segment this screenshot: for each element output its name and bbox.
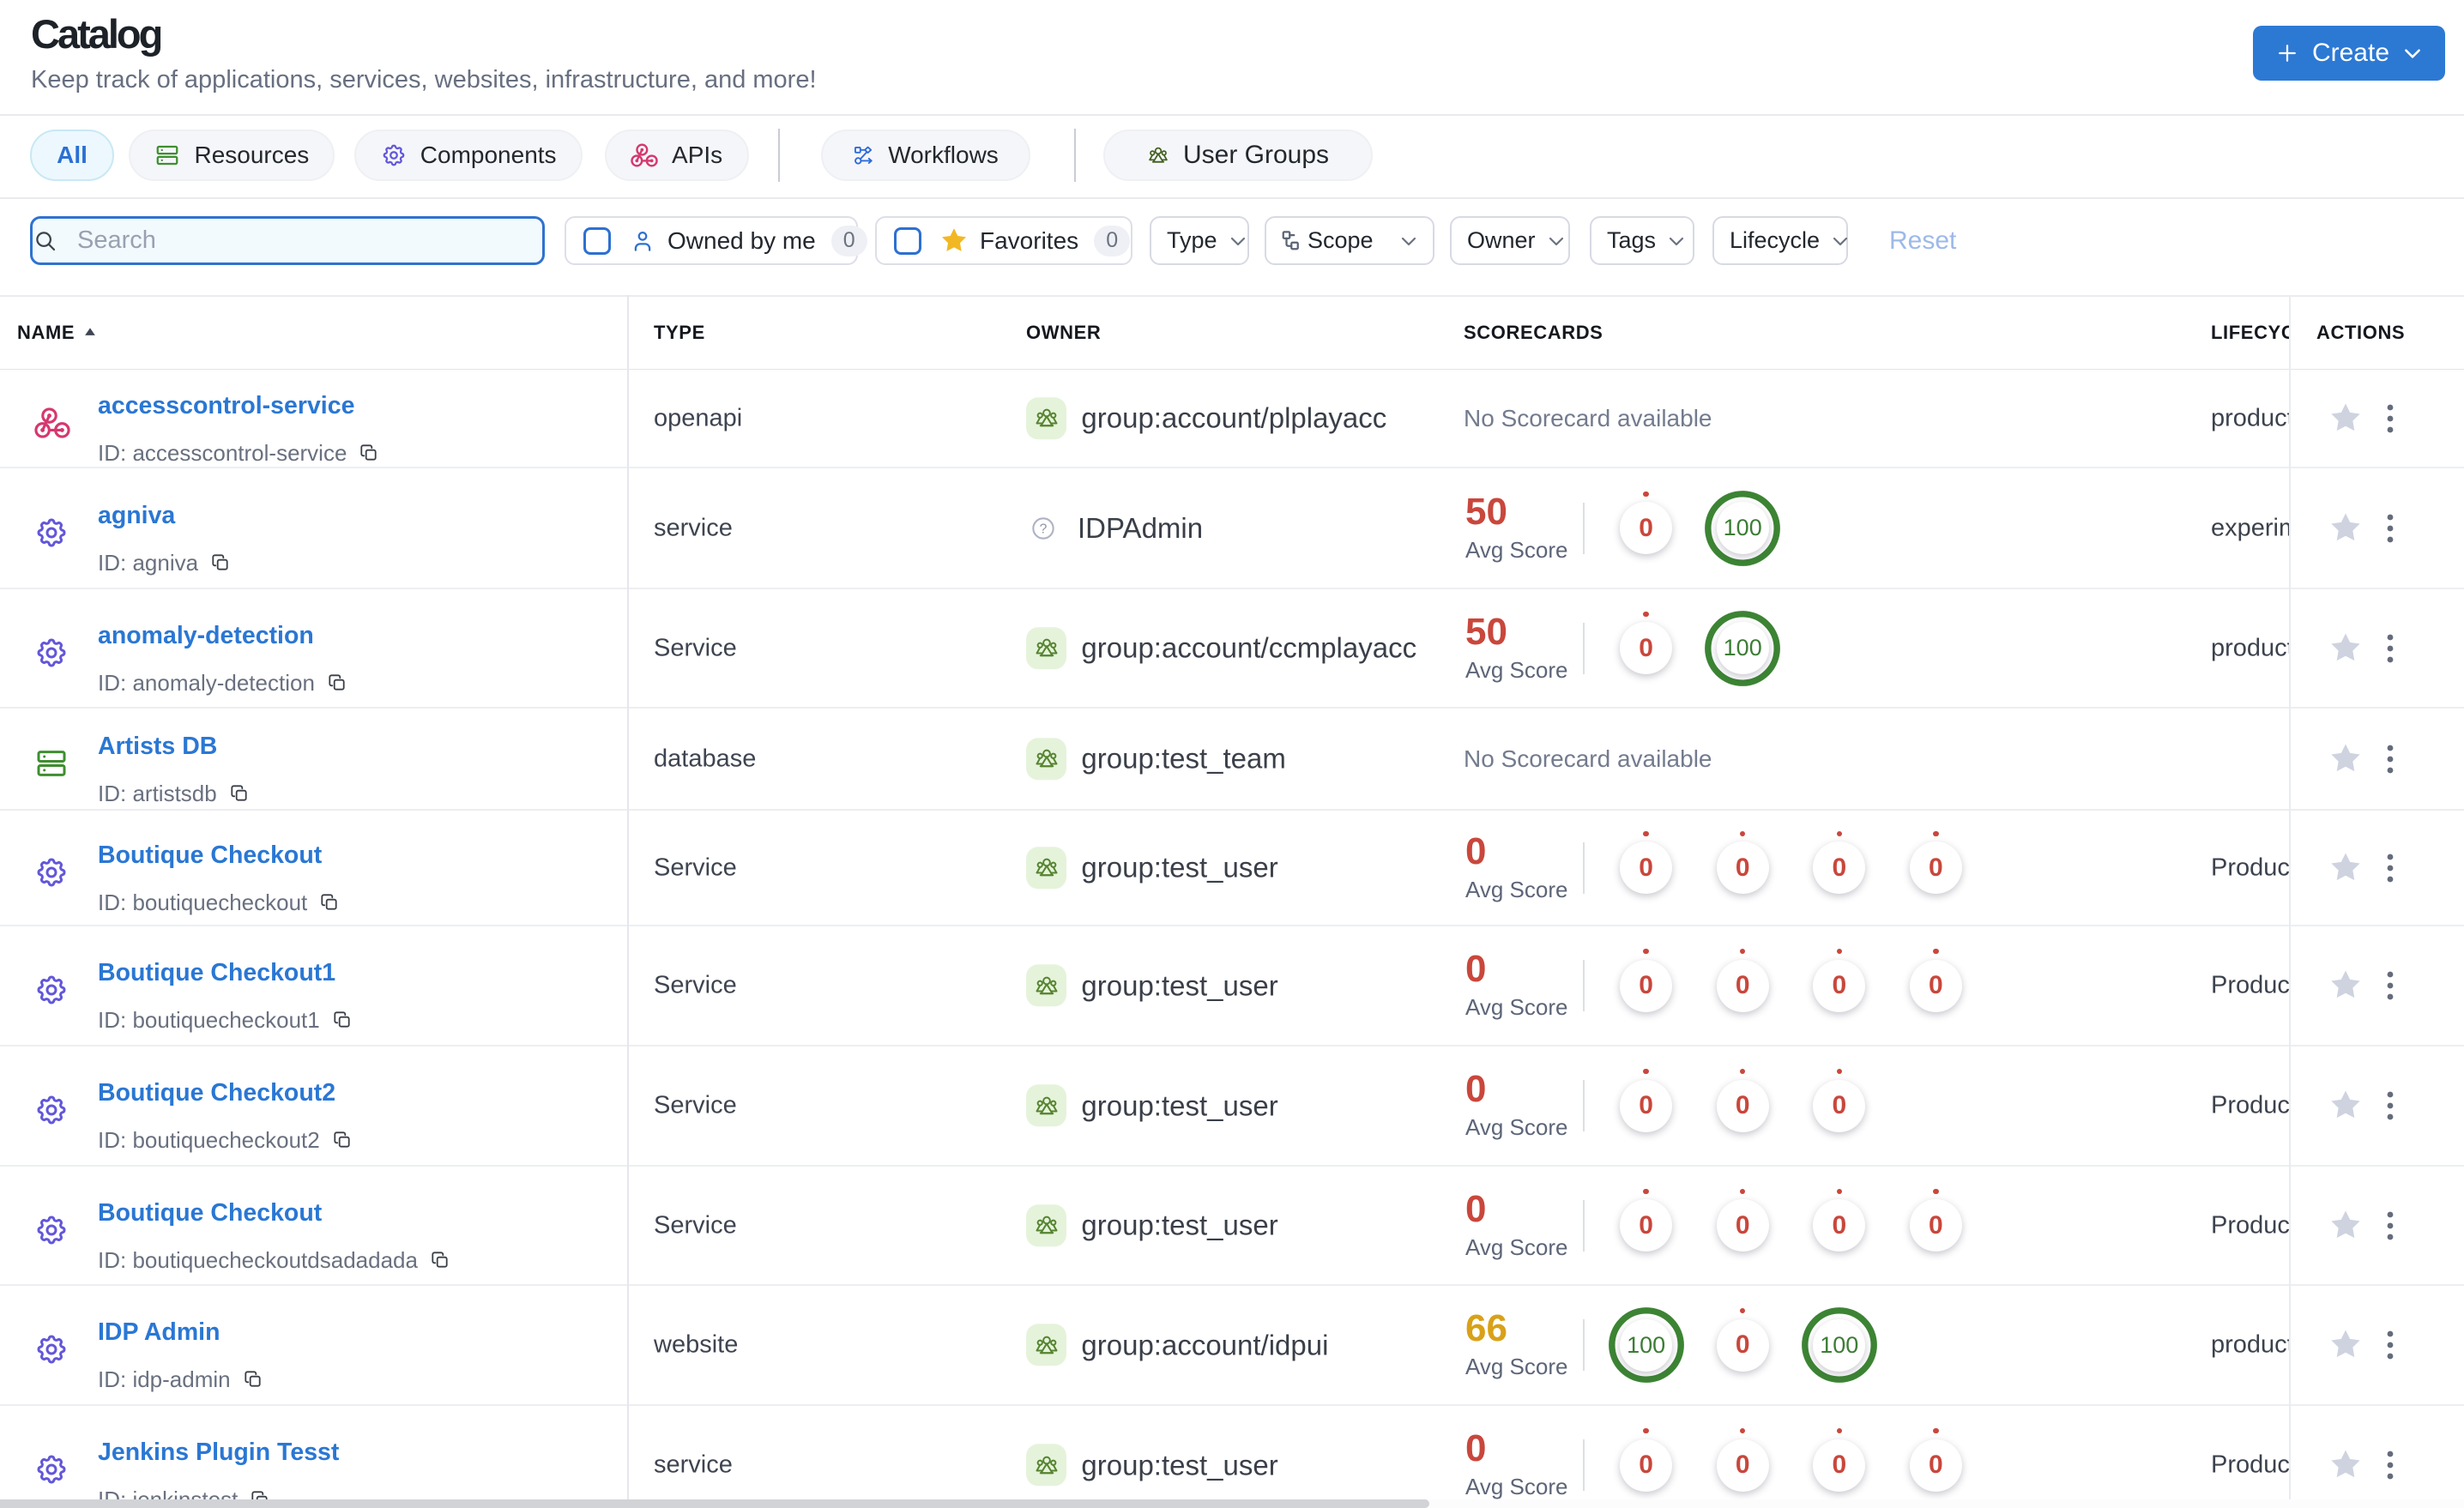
svg-text:?: ? [1040,522,1048,536]
